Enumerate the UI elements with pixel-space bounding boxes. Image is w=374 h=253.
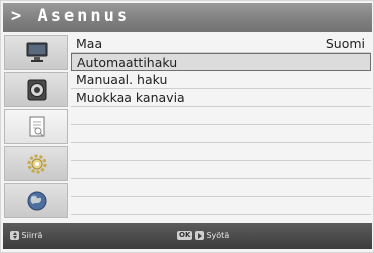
category-sidebar (4, 35, 68, 220)
menu-row-label: Manuaal. haku (76, 72, 168, 87)
document-icon (29, 116, 45, 137)
menu-row-label: Maa (76, 36, 103, 51)
sidebar-item-picture[interactable] (4, 35, 68, 70)
menu-row-manual-scan[interactable]: Manuaal. haku (71, 71, 371, 89)
menu-window: > Asennus Maa Suomi Automaattihaku Manua… (0, 0, 374, 253)
menu-row-label: Automaattihaku (77, 55, 178, 70)
menu-row-label: Muokkaa kanavia (76, 90, 185, 105)
menu-row-value: Suomi (325, 36, 365, 51)
page-title: > Asennus (11, 6, 131, 26)
menu-row-empty (71, 107, 371, 125)
move-hint: Siirrä (10, 230, 42, 242)
sidebar-item-network[interactable] (4, 183, 68, 218)
move-hint-label: Siirrä (21, 231, 43, 240)
menu-row-empty (71, 143, 371, 161)
sidebar-item-installation[interactable] (4, 109, 68, 144)
up-down-arrow-icon (10, 231, 19, 240)
menu-list: Maa Suomi Automaattihaku Manuaal. haku M… (71, 35, 371, 220)
tv-icon (26, 42, 48, 62)
ok-key-icon: OK (177, 231, 193, 240)
sidebar-item-settings[interactable] (4, 146, 68, 181)
globe-icon (27, 191, 47, 211)
enter-hint: OK Syötä (177, 230, 229, 242)
speaker-icon (27, 79, 47, 101)
sidebar-item-sound[interactable] (4, 72, 68, 107)
menu-row-empty (71, 161, 371, 179)
right-arrow-icon (194, 231, 204, 240)
menu-row-empty (71, 197, 371, 215)
menu-row-country[interactable]: Maa Suomi (71, 35, 371, 53)
title-bar: > Asennus (3, 3, 372, 32)
menu-row-empty (71, 179, 371, 197)
menu-row-auto-scan[interactable]: Automaattihaku (71, 53, 371, 71)
gear-icon (27, 154, 47, 174)
menu-row-edit-channels[interactable]: Muokkaa kanavia (71, 89, 371, 107)
enter-hint-label: Syötä (206, 231, 230, 240)
menu-row-empty (71, 125, 371, 143)
key-hint-bar: Siirrä OK Syötä (3, 223, 372, 249)
